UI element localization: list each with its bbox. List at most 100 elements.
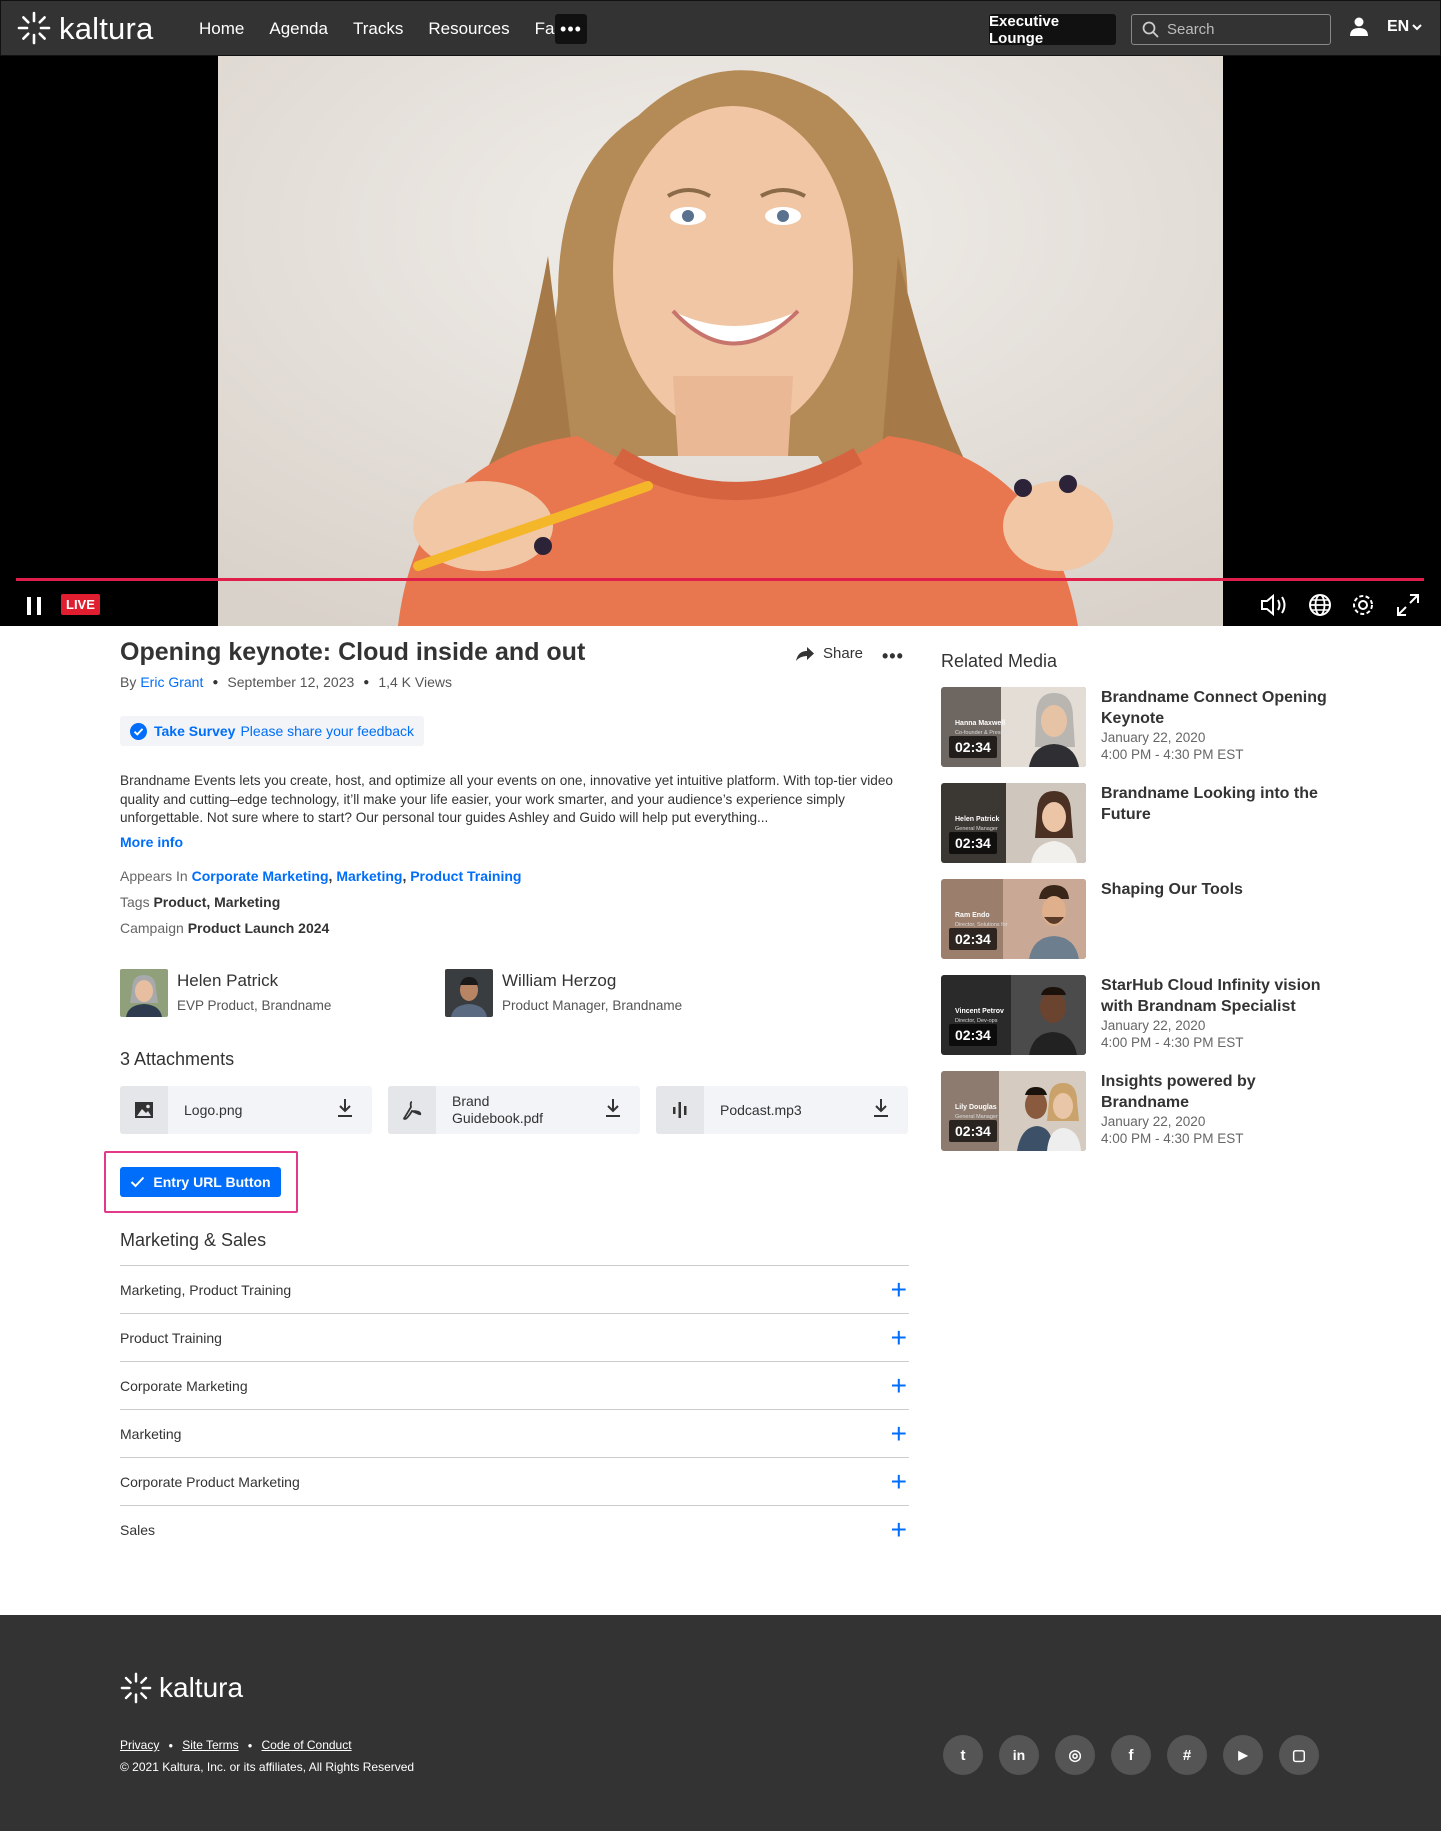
separator-dot: ● — [247, 1740, 253, 1750]
entry-url-button[interactable]: Entry URL Button — [120, 1167, 281, 1197]
entry-url-button-label: Entry URL Button — [153, 1174, 271, 1190]
footer-kaltura-logo[interactable]: kaltura — [120, 1672, 243, 1704]
video-player[interactable]: LIVE — [0, 56, 1441, 626]
related-thumbnail: Lily Douglas General Manager 02:34 — [941, 1071, 1086, 1151]
facebook-icon[interactable]: f — [1111, 1735, 1151, 1775]
accordion-row-label: Corporate Product Marketing — [120, 1473, 300, 1490]
nav-tracks[interactable]: Tracks — [353, 19, 403, 39]
more-info-link[interactable]: More info — [120, 834, 183, 850]
share-label: Share — [823, 645, 864, 662]
accordion-row[interactable]: Corporate Product Marketing + — [120, 1457, 909, 1505]
appears-in-link-product-training[interactable]: Product Training — [410, 868, 521, 884]
survey-title: Take Survey — [154, 723, 236, 739]
attachment-item[interactable]: Logo.png — [120, 1086, 372, 1134]
plus-icon[interactable]: + — [891, 1419, 907, 1448]
related-media-item[interactable]: Hanna Maxwell Co-founder & President 02:… — [941, 687, 1341, 767]
take-survey-button[interactable]: Take Survey Please share your feedback — [120, 716, 425, 746]
slack-icon[interactable]: # — [1167, 1735, 1207, 1775]
related-media-item[interactable]: Vincent Petrov Director, Dev-ops 02:34 S… — [941, 975, 1341, 1055]
linkedin-icon[interactable]: in — [999, 1735, 1039, 1775]
accordion-row[interactable]: Marketing, Product Training + — [120, 1265, 909, 1313]
instagram-icon[interactable]: ◎ — [1055, 1735, 1095, 1775]
nav-more-button[interactable]: ••• — [555, 14, 587, 44]
privacy-link[interactable]: Privacy — [120, 1738, 159, 1752]
youtube-icon[interactable]: ▶ — [1223, 1735, 1263, 1775]
live-progress-bar[interactable] — [16, 578, 1424, 581]
attachment-name: Podcast.mp3 — [720, 1101, 802, 1118]
download-icon[interactable] — [872, 1098, 890, 1123]
accordion-row[interactable]: Product Training + — [120, 1313, 909, 1361]
code-of-conduct-link[interactable]: Code of Conduct — [262, 1738, 352, 1752]
presenter-video-image — [218, 56, 1223, 626]
related-media-item[interactable]: Lily Douglas General Manager 02:34 Insig… — [941, 1071, 1341, 1151]
accordion-row[interactable]: Corporate Marketing + — [120, 1361, 909, 1409]
plus-icon[interactable]: + — [891, 1275, 907, 1304]
presenter-avatar — [445, 969, 493, 1017]
author-link[interactable]: Eric Grant — [140, 674, 203, 690]
related-title[interactable]: Brandname Connect Opening Keynote — [1101, 687, 1341, 729]
search-box[interactable] — [1131, 14, 1331, 45]
related-title[interactable]: Brandname Looking into the Future — [1101, 783, 1341, 825]
related-date: January 22, 2020 — [1101, 1114, 1206, 1129]
thumbnail-speaker-name: Ram Endo — [955, 912, 990, 919]
kaltura-logo[interactable]: kaltura — [17, 11, 153, 45]
related-time: 4:00 PM - 4:30 PM EST — [1101, 747, 1244, 762]
accordion-row[interactable]: Marketing + — [120, 1409, 909, 1457]
page-footer: kaltura Privacy ● Site Terms ● Code of C… — [0, 1615, 1441, 1831]
presenter-card[interactable]: William Herzog Product Manager, Brandnam… — [445, 969, 682, 1017]
plus-icon[interactable]: + — [891, 1323, 907, 1352]
settings-gear-icon[interactable] — [1350, 592, 1376, 623]
attachment-item[interactable]: Brand Guidebook.pdf — [388, 1086, 640, 1134]
executive-lounge-button[interactable]: Executive Lounge — [989, 13, 1116, 47]
separator-dot: ● — [363, 676, 370, 688]
appears-in-row: Appears In Corporate Marketing, Marketin… — [120, 868, 522, 884]
language-selector[interactable]: EN — [1387, 18, 1422, 36]
accordion-row[interactable]: Sales + — [120, 1505, 909, 1553]
nav-agenda[interactable]: Agenda — [269, 19, 328, 39]
volume-icon[interactable] — [1260, 592, 1290, 623]
appears-in-link-marketing[interactable]: Marketing — [336, 868, 402, 884]
user-icon[interactable] — [1350, 17, 1368, 42]
attachment-item[interactable]: Podcast.mp3 — [656, 1086, 908, 1134]
related-thumbnail: Helen Patrick General Manager 02:34 — [941, 783, 1086, 863]
related-title[interactable]: Shaping Our Tools — [1101, 879, 1341, 900]
presenter-name: Helen Patrick — [177, 971, 279, 990]
duration-badge: 02:34 — [949, 928, 997, 950]
download-icon[interactable] — [336, 1098, 354, 1123]
campaign-value: Product Launch 2024 — [187, 920, 330, 936]
appears-in-link-corporate-marketing[interactable]: Corporate Marketing — [192, 868, 329, 884]
entry-views: 1,4 K Views — [378, 674, 452, 690]
share-button[interactable]: Share — [795, 645, 863, 662]
entry-byline: By Eric Grant ● September 12, 2023 ● 1,4… — [120, 674, 452, 690]
related-media-item[interactable]: Helen Patrick General Manager 02:34 Bran… — [941, 783, 1341, 863]
video-frame — [218, 56, 1223, 626]
nav-resources[interactable]: Resources — [428, 19, 509, 39]
pause-icon[interactable] — [26, 597, 42, 620]
nav-home[interactable]: Home — [199, 19, 244, 39]
twitter-icon[interactable]: t — [943, 1735, 983, 1775]
related-title[interactable]: Insights powered by Brandname — [1101, 1071, 1341, 1113]
appears-in-label: Appears In — [120, 868, 188, 884]
search-input[interactable] — [1167, 21, 1317, 38]
entry-more-button[interactable]: ••• — [882, 646, 904, 667]
presenter-card[interactable]: Helen Patrick EVP Product, Brandname — [120, 969, 331, 1017]
brand-name: kaltura — [59, 10, 154, 46]
duration-badge: 02:34 — [949, 1024, 997, 1046]
plus-icon[interactable]: + — [891, 1467, 907, 1496]
related-media-item[interactable]: Ram Endo Director, Solutions for 02:34 S… — [941, 879, 1341, 959]
fullscreen-icon[interactable] — [1395, 592, 1421, 623]
duration-badge: 02:34 — [949, 1120, 997, 1142]
audio-icon — [656, 1086, 704, 1134]
tags-row: Tags Product, Marketing — [120, 894, 280, 910]
duration-badge: 02:34 — [949, 736, 997, 758]
related-title[interactable]: StarHub Cloud Infinity vision with Brand… — [1101, 975, 1341, 1017]
top-navigation: kaltura Home Agenda Tracks Resources Faq… — [0, 0, 1441, 56]
twitch-icon[interactable]: ▢ — [1279, 1735, 1319, 1775]
globe-icon[interactable] — [1307, 592, 1333, 623]
plus-icon[interactable]: + — [891, 1515, 907, 1544]
site-terms-link[interactable]: Site Terms — [182, 1738, 238, 1752]
plus-icon[interactable]: + — [891, 1371, 907, 1400]
kaltura-logo-icon — [17, 11, 51, 45]
download-icon[interactable] — [604, 1098, 622, 1123]
attachment-name: Logo.png — [184, 1101, 243, 1118]
